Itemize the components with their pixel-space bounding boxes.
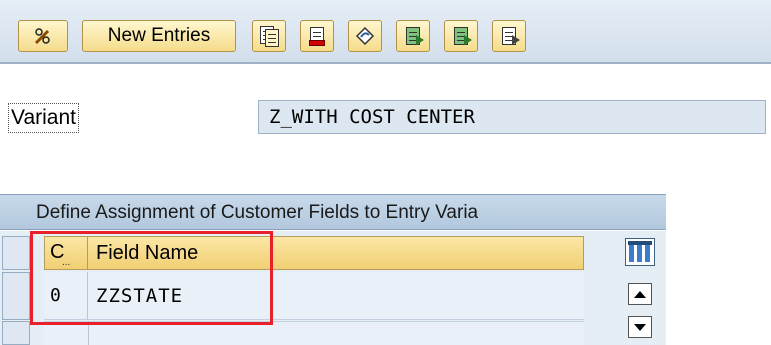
- cell-field-name[interactable]: ZZSTATE: [96, 272, 183, 320]
- deselect-all-button[interactable]: [492, 20, 526, 52]
- column-divider: [88, 321, 89, 345]
- select-block-button[interactable]: [444, 20, 478, 52]
- column-truncation-dots: ...: [62, 257, 71, 268]
- new-entries-label: New Entries: [107, 25, 211, 46]
- new-entries-button[interactable]: New Entries: [82, 20, 236, 52]
- application-toolbar: New Entries: [0, 0, 771, 64]
- variant-label: Variant: [8, 103, 79, 133]
- undo-button[interactable]: [348, 20, 382, 52]
- undo-icon: [354, 25, 376, 47]
- table-title: Define Assignment of Customer Fields to …: [0, 194, 666, 230]
- variant-field[interactable]: Z_WITH COST CENTER: [258, 100, 766, 134]
- row-selector[interactable]: [2, 272, 30, 320]
- column-configuration-button[interactable]: [625, 238, 655, 266]
- deselect-icon: [498, 25, 520, 47]
- copy-icon: [258, 25, 280, 47]
- display-change-button[interactable]: [18, 20, 68, 52]
- select-all-button[interactable]: [396, 20, 430, 52]
- select-all-icon: [402, 25, 424, 47]
- copy-button[interactable]: [252, 20, 286, 52]
- arrow-down-icon: [634, 323, 646, 331]
- arrow-up-icon: [634, 290, 646, 298]
- row-selector[interactable]: [2, 321, 30, 345]
- scroll-up-button[interactable]: [628, 283, 652, 305]
- delete-icon: [306, 25, 328, 47]
- column-header-field-name[interactable]: Field Name: [96, 236, 198, 270]
- cell-c[interactable]: 0: [44, 272, 88, 320]
- pencil-glasses-icon: [32, 25, 54, 47]
- table-row-empty[interactable]: [44, 321, 584, 345]
- scroll-down-button[interactable]: [628, 316, 652, 338]
- select-block-icon: [450, 25, 472, 47]
- delete-button[interactable]: [300, 20, 334, 52]
- select-all-rows-handle[interactable]: [2, 236, 30, 270]
